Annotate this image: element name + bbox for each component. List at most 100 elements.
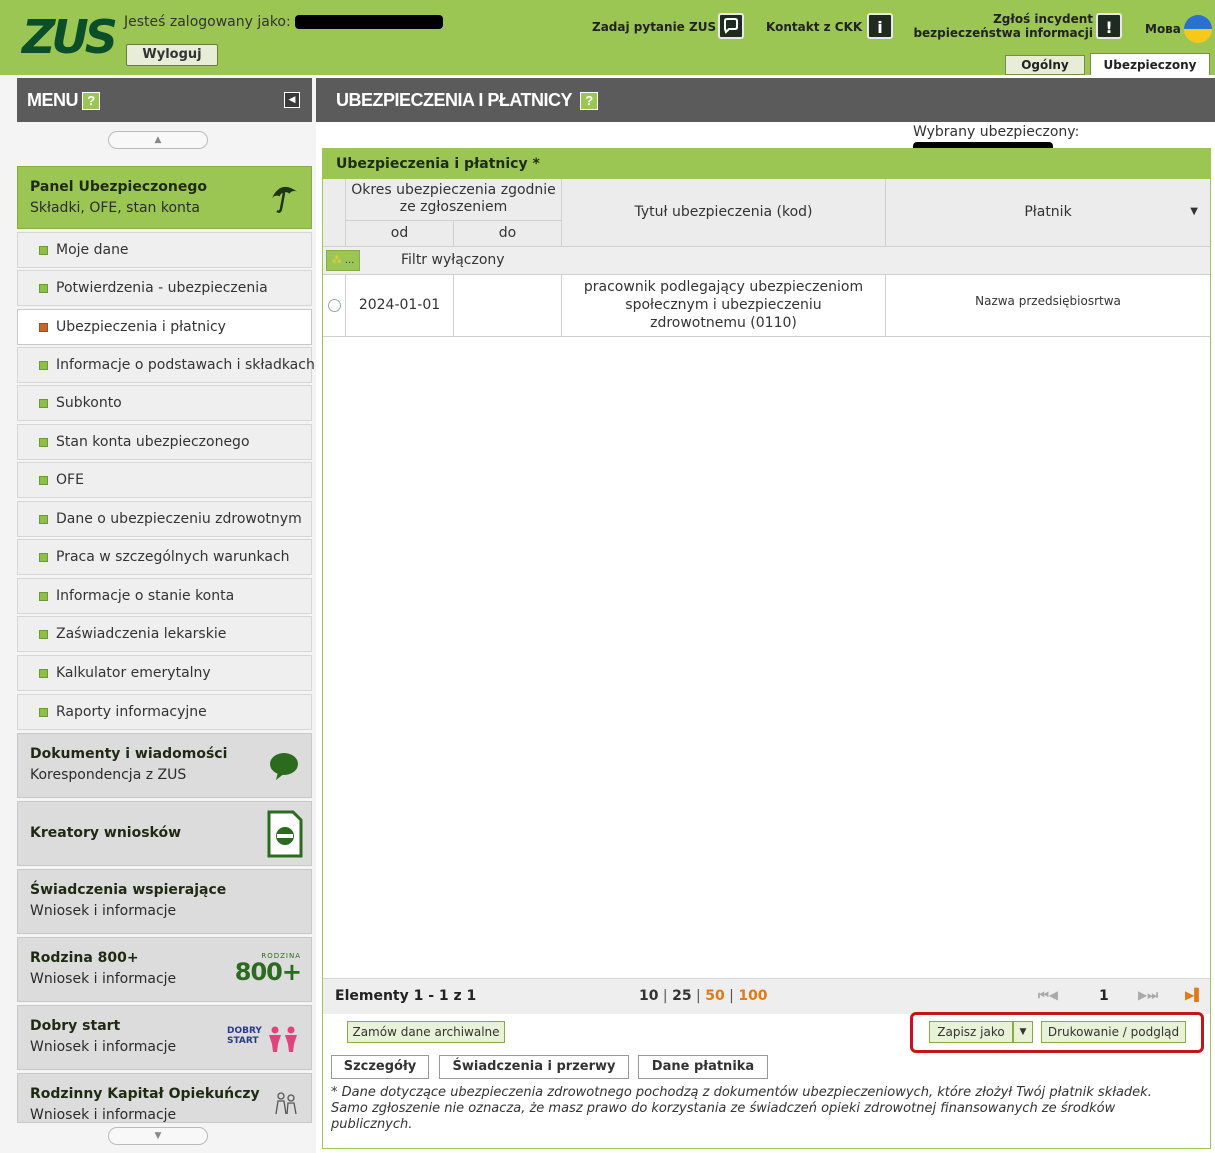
- alert-icon[interactable]: !: [1096, 13, 1122, 39]
- sidebar-item-contributions-info[interactable]: Informacje o podstawach i składkach: [17, 347, 315, 383]
- redacted-username: [295, 15, 444, 29]
- bullet-icon: [39, 515, 48, 524]
- section-family-care-capital[interactable]: Rodzinny Kapitał Opiekuńczy Wniosek i in…: [17, 1073, 312, 1123]
- top-header: ZUS Jesteś zalogowany jako: Wyloguj Zada…: [0, 0, 1215, 75]
- details-button[interactable]: Szczegóły: [331, 1055, 429, 1079]
- scroll-down-button[interactable]: ▼: [108, 1127, 208, 1145]
- ask-question-link[interactable]: Zadaj pytanie ZUS: [592, 20, 716, 34]
- sort-dropdown-icon[interactable]: ▼: [1190, 179, 1198, 245]
- badge-800-label: 800+: [234, 958, 302, 986]
- table-row[interactable]: 2024-01-01 pracownik podlegający ubezpie…: [323, 275, 1210, 337]
- sidebar-item-label: Potwierdzenia - ubezpieczenia: [56, 280, 268, 296]
- bullet-icon: [39, 630, 48, 639]
- page-size-10[interactable]: 10: [639, 988, 658, 1004]
- section-support-benefits[interactable]: Świadczenia wspierające Wniosek i inform…: [17, 869, 312, 934]
- elements-count: Elementy 1 - 1 z 1: [335, 988, 477, 1004]
- sidebar-item-label: Subkonto: [56, 395, 122, 411]
- section-title: Dobry start: [30, 1018, 121, 1034]
- sidebar-item-insurance-payers[interactable]: Ubezpieczenia i płatnicy: [17, 309, 312, 345]
- payer-data-button[interactable]: Dane płatnika: [638, 1055, 768, 1079]
- badge-dobry-label: DOBRY: [227, 1026, 262, 1036]
- next-page-icon[interactable]: ▶⏭: [1138, 988, 1158, 1003]
- section-documents[interactable]: Dokumenty i wiadomości Korespondencja z …: [17, 733, 312, 798]
- page-size-selector: 10 | 25 | 50 | 100: [639, 988, 768, 1004]
- bullet-icon: [39, 476, 48, 485]
- section-title: Świadczenia wspierające: [30, 882, 227, 898]
- sidebar-item-my-data[interactable]: Moje dane: [17, 232, 312, 268]
- sidebar-item-confirmations[interactable]: Potwierdzenia - ubezpieczenia: [17, 270, 312, 306]
- first-page-icon[interactable]: ⏮◀: [1038, 988, 1058, 1003]
- logout-button[interactable]: Wyloguj: [126, 44, 218, 66]
- page-size-100[interactable]: 100: [738, 988, 767, 1004]
- column-period: Okres ubezpieczenia zgodnie ze zgłoszeni…: [346, 179, 562, 221]
- benefits-breaks-button[interactable]: Świadczenia i przerwy: [439, 1055, 629, 1079]
- tab-insured[interactable]: Ubezpieczony: [1090, 53, 1210, 75]
- scroll-up-button[interactable]: ▲: [108, 131, 208, 149]
- family-icon: [273, 1090, 299, 1120]
- tab-general[interactable]: Ogólny: [1005, 55, 1085, 75]
- current-page: 1: [1099, 988, 1109, 1004]
- chat-icon[interactable]: [718, 13, 744, 39]
- filter-status: Filtr wyłączony: [401, 252, 505, 268]
- bullet-icon: [39, 323, 48, 332]
- collapse-menu-icon[interactable]: ◀: [284, 92, 300, 108]
- section-subtitle: Wniosek i informacje: [30, 903, 177, 919]
- badge-start-label: START: [227, 1036, 259, 1046]
- sidebar-item-label: Dane o ubezpieczeniu zdrowotnym: [56, 511, 302, 527]
- panel-insured-header[interactable]: Panel Ubezpieczonego Składki, OFE, stan …: [17, 166, 312, 229]
- ukraine-flag-icon[interactable]: [1184, 15, 1212, 43]
- help-icon[interactable]: ?: [580, 92, 599, 111]
- filter-button[interactable]: ⁂ ...: [326, 250, 360, 271]
- sidebar-item-label: Stan konta ubezpieczonego: [56, 434, 250, 450]
- section-application-wizards[interactable]: Kreatory wniosków: [17, 801, 312, 866]
- select-column-header: [323, 179, 346, 247]
- cell-to: [454, 275, 562, 337]
- page-size-50[interactable]: 50: [705, 988, 724, 1004]
- last-page-icon[interactable]: ▶▌: [1185, 988, 1203, 1002]
- document-form-icon: [267, 810, 303, 862]
- bullet-icon: [39, 592, 48, 601]
- footnote: * Dane dotyczące ubezpieczenia zdrowotne…: [331, 1085, 1152, 1132]
- sidebar-item-ofe[interactable]: OFE: [17, 462, 312, 498]
- section-good-start[interactable]: Dobry start Wniosek i informacje DOBRY S…: [17, 1005, 312, 1070]
- sidebar-item-label: Informacje o stanie konta: [56, 588, 235, 604]
- logged-in-label: Jesteś zalogowany jako:: [124, 14, 444, 30]
- sidebar-item-special-conditions[interactable]: Praca w szczególnych warunkach: [17, 539, 312, 575]
- column-insurance-title: Tytuł ubezpieczenia (kod): [562, 179, 886, 247]
- order-archive-data-button[interactable]: Zamów dane archiwalne: [347, 1021, 505, 1043]
- column-payer[interactable]: Płatnik ▼: [886, 179, 1210, 247]
- sidebar-item-account-balance[interactable]: Stan konta ubezpieczonego: [17, 424, 312, 460]
- cell-from: 2024-01-01: [346, 275, 454, 337]
- page-size-25[interactable]: 25: [672, 988, 691, 1004]
- sidebar-item-label: Kalkulator emerytalny: [56, 665, 211, 681]
- umbrella-icon: [269, 181, 299, 219]
- sidebar-item-label: Raporty informacyjne: [56, 704, 207, 720]
- filter-icon: ⁂: [331, 255, 342, 266]
- bullet-icon: [39, 669, 48, 678]
- sidebar-item-health-insurance[interactable]: Dane o ubezpieczeniu zdrowotnym: [17, 501, 312, 537]
- sidebar-item-reports[interactable]: Raporty informacyjne: [17, 694, 312, 730]
- menu-title: MENU?: [27, 90, 100, 111]
- sidebar-item-label: Moje dane: [56, 242, 129, 258]
- bullet-icon: [39, 284, 48, 293]
- sidebar-item-medical-certificates[interactable]: Zaświadczenia lekarskie: [17, 616, 312, 652]
- info-icon[interactable]: i: [867, 13, 893, 39]
- zus-logo[interactable]: ZUS: [22, 8, 118, 66]
- column-payer-label: Płatnik: [1024, 204, 1072, 220]
- sidebar-item-pension-calculator[interactable]: Kalkulator emerytalny: [17, 655, 312, 691]
- sidebar-item-subaccount[interactable]: Subkonto: [17, 385, 312, 421]
- section-title: Rodzinny Kapitał Opiekuńczy: [30, 1086, 260, 1102]
- help-icon[interactable]: ?: [82, 92, 100, 111]
- sidebar-item-label: Praca w szczególnych warunkach: [56, 549, 290, 565]
- row-radio[interactable]: [328, 299, 341, 312]
- contact-link[interactable]: Kontakt z CKK: [766, 20, 862, 34]
- section-family-800[interactable]: Rodzina 800+ Wniosek i informacje RODZIN…: [17, 937, 312, 1002]
- section-title: Rodzina 800+: [30, 950, 139, 966]
- language-switch[interactable]: Мова: [1145, 22, 1181, 36]
- sidebar-item-account-info[interactable]: Informacje o stanie konta: [17, 578, 312, 614]
- bullet-icon: [39, 553, 48, 562]
- insurance-table-panel: Ubezpieczenia i płatnicy * Okres ubezpie…: [322, 148, 1211, 1149]
- report-incident-link[interactable]: Zgłoś incydent bezpieczeństwa informacji: [913, 12, 1093, 40]
- highlight-annotation: [910, 1012, 1204, 1053]
- section-title: Kreatory wniosków: [30, 825, 182, 841]
